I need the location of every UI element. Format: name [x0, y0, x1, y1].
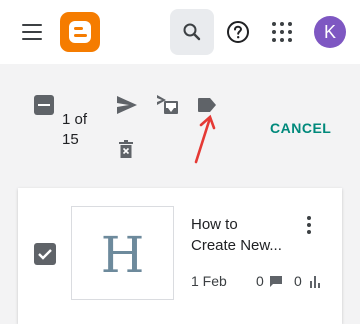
search-icon	[183, 23, 201, 41]
comments-count: 0	[256, 273, 264, 289]
help-icon[interactable]	[226, 20, 250, 44]
blogger-logo[interactable]	[60, 12, 100, 52]
post-title-line1: How to	[191, 216, 238, 233]
revert-to-draft-icon[interactable]	[156, 93, 180, 117]
post-title-line2: Create New...	[191, 237, 282, 254]
stats-icon	[310, 276, 322, 288]
selection-count-line1: 1 of	[62, 111, 88, 128]
selection-count-line2: 15	[62, 131, 79, 148]
check-icon	[38, 249, 52, 260]
apps-icon[interactable]	[272, 22, 292, 42]
more-options-icon[interactable]	[306, 216, 312, 234]
post-title[interactable]: How to Create New...	[191, 214, 301, 256]
comment-icon	[269, 275, 283, 288]
post-thumbnail[interactable]: H	[71, 206, 174, 300]
views-count: 0	[294, 273, 302, 289]
selection-count: 1 of 15	[62, 110, 102, 150]
publish-icon[interactable]	[116, 95, 138, 115]
post-date: 1 Feb	[191, 273, 227, 289]
post-checkbox[interactable]	[34, 243, 56, 265]
post-card[interactable]	[18, 188, 342, 324]
search-button[interactable]	[170, 9, 214, 55]
delete-icon[interactable]	[118, 140, 134, 158]
avatar[interactable]: K	[314, 16, 346, 48]
label-icon[interactable]	[197, 97, 217, 113]
cancel-button[interactable]: CANCEL	[270, 120, 331, 136]
deselect-icon[interactable]	[34, 95, 54, 115]
menu-icon[interactable]	[22, 24, 42, 40]
thumbnail-letter: H	[100, 226, 145, 284]
